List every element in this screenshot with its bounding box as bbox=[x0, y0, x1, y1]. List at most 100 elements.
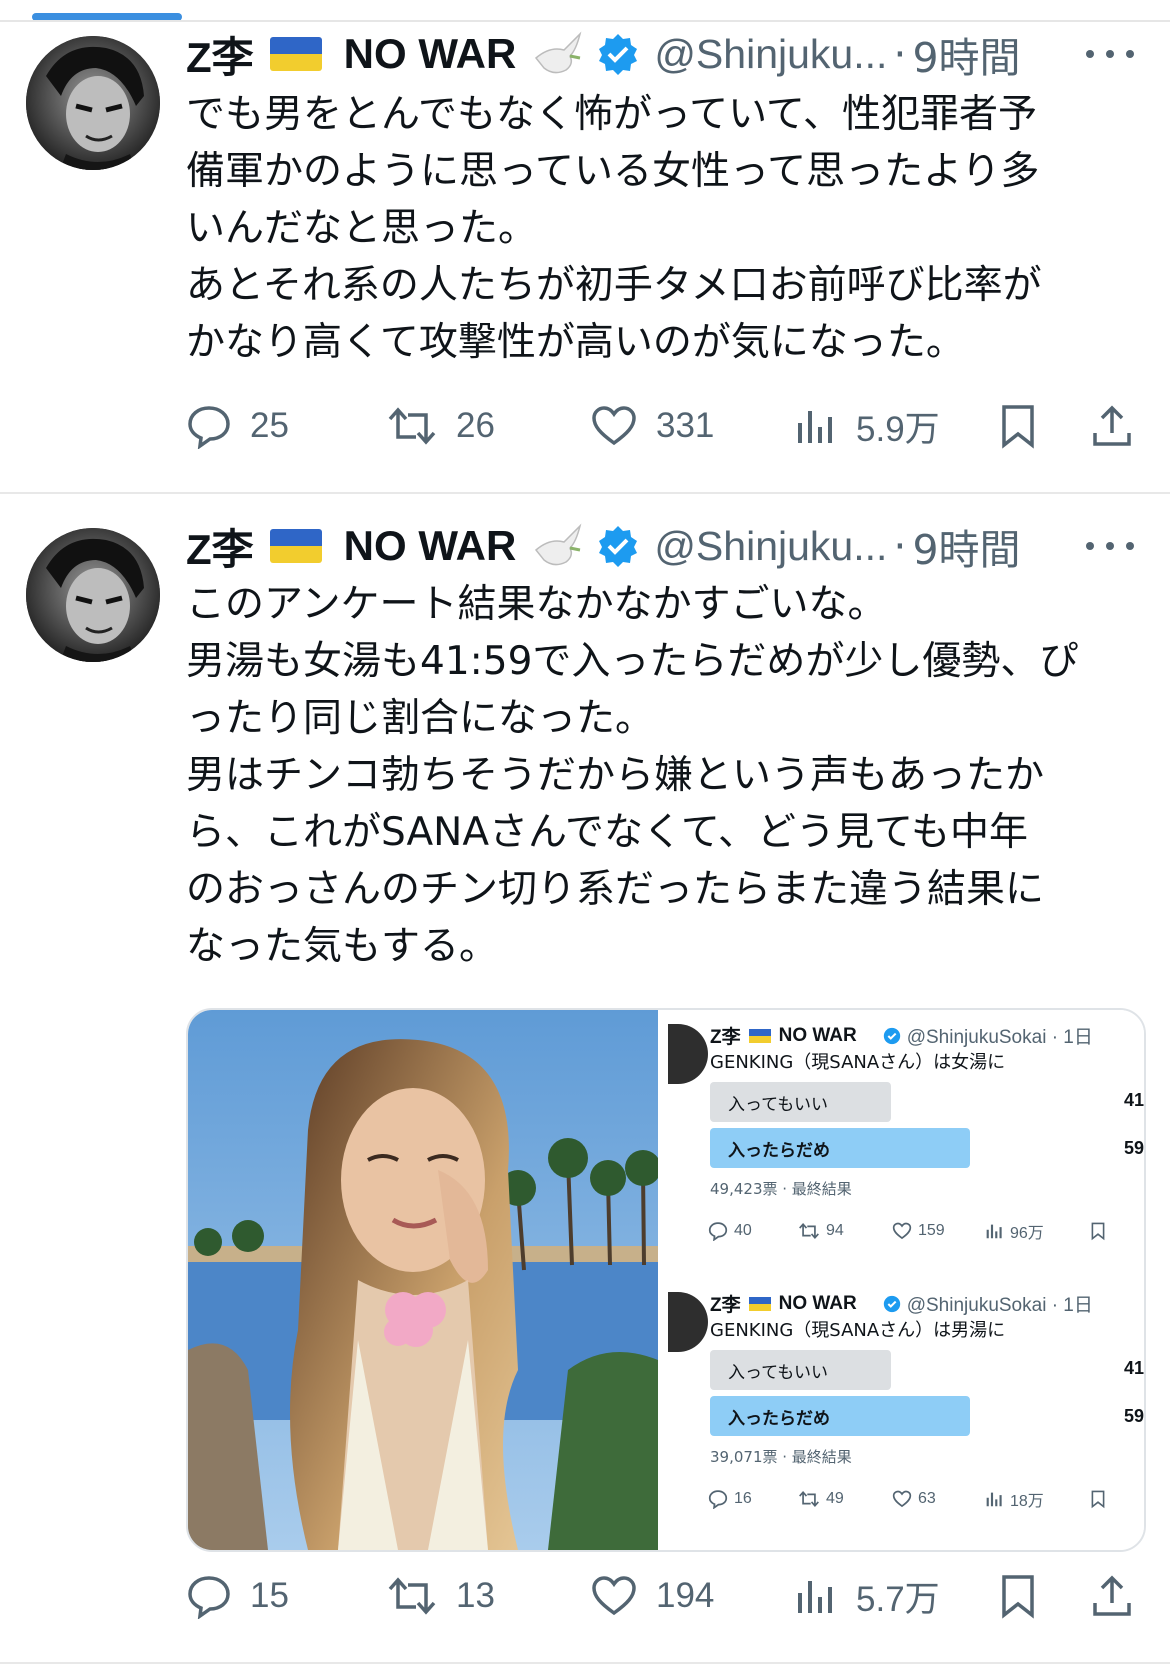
display-name[interactable]: Z李 bbox=[186, 516, 254, 577]
option-label: 入ってもいい bbox=[728, 1094, 828, 1115]
poll-screenshot: Z李 NO WAR @ShinjukuSokai · 1日 GENKING（現S… bbox=[660, 1010, 1144, 1550]
reply-button[interactable]: 15 bbox=[186, 1566, 289, 1626]
option-percent: 59 bbox=[1123, 1406, 1144, 1426]
views-button[interactable]: 5.7万 bbox=[796, 1566, 940, 1626]
tweet-text: でも男をとんでもなく怖がっていて、性犯罪者予 備軍かのように思っている女性って思… bbox=[186, 92, 1042, 365]
handle[interactable]: @Shinjuku... bbox=[654, 523, 887, 570]
bookmark-button[interactable] bbox=[998, 1566, 1038, 1626]
reply-count: 25 bbox=[250, 406, 289, 445]
tweet-header: Z李 NO WAR @Shinjuku... · 9時間 bbox=[186, 24, 1140, 84]
verified-icon bbox=[596, 32, 640, 76]
bookmark-button bbox=[1090, 1216, 1106, 1246]
retweet-button[interactable]: 26 bbox=[386, 396, 495, 456]
reply-button[interactable]: 25 bbox=[186, 396, 289, 456]
poll-question: GENKING（現SANAさん）は男湯に bbox=[710, 1320, 1006, 1341]
ukraine-flag-icon bbox=[269, 37, 322, 71]
display-name-suffix[interactable]: NO WAR bbox=[344, 30, 517, 78]
dove-icon bbox=[530, 28, 586, 80]
poll-option-winner: 入ったらだめ bbox=[710, 1128, 970, 1168]
retweet-button: 94 bbox=[798, 1216, 844, 1246]
bottom-divider bbox=[0, 1662, 1170, 1664]
bookmark-icon bbox=[1002, 405, 1034, 449]
ukraine-flag-icon bbox=[748, 1296, 771, 1311]
tweet-media[interactable]: Z李 NO WAR @ShinjukuSokai · 1日 GENKING（現S… bbox=[186, 1008, 1146, 1552]
tweet-actions: 25 26 331 5.9万 bbox=[186, 396, 1136, 456]
tweet-header: Z李 NO WAR @Shinjuku... · 9時間 bbox=[186, 516, 1140, 576]
like-icon bbox=[892, 1490, 912, 1508]
share-icon bbox=[1093, 1575, 1131, 1616]
poll-2: Z李 NO WAR @ShinjukuSokai · 1日 GENKING（現S… bbox=[660, 1278, 1144, 1548]
reply-count: 15 bbox=[250, 1576, 289, 1615]
views-icon bbox=[986, 1224, 1002, 1239]
avatar bbox=[668, 1024, 708, 1084]
display-name[interactable]: Z李 bbox=[186, 24, 254, 85]
retweet-icon bbox=[388, 407, 436, 445]
separator-dot: · bbox=[893, 522, 907, 570]
tweet-2[interactable]: Z李 NO WAR @Shinjuku... · 9時間 このアンケート結果なか… bbox=[0, 494, 1170, 1678]
display-name-suffix: NO WAR bbox=[778, 1024, 857, 1046]
poll-meta: 39,071票 · 最終結果 bbox=[710, 1448, 852, 1466]
handle[interactable]: @Shinjuku... bbox=[654, 31, 887, 78]
like-button[interactable]: 331 bbox=[590, 396, 714, 456]
retweet-icon bbox=[799, 1222, 819, 1240]
tweet-1[interactable]: Z李 NO WAR @Shinjuku... · 9時間 でも男をとんでもなく怖… bbox=[0, 0, 1170, 490]
share-icon bbox=[1093, 405, 1131, 446]
retweet-count: 94 bbox=[826, 1222, 844, 1239]
display-name-suffix[interactable]: NO WAR bbox=[344, 522, 517, 570]
bookmark-button[interactable] bbox=[998, 396, 1038, 456]
avatar[interactable] bbox=[26, 36, 160, 170]
share-button[interactable] bbox=[1090, 396, 1134, 456]
reply-button: 40 bbox=[708, 1216, 752, 1246]
poll-1: Z李 NO WAR @ShinjukuSokai · 1日 GENKING（現S… bbox=[660, 1010, 1144, 1270]
poll-option: 入ってもいい bbox=[710, 1082, 891, 1122]
view-count: 96万 bbox=[1010, 1225, 1044, 1242]
like-count: 331 bbox=[656, 406, 715, 445]
option-label: 入ってもいい bbox=[728, 1362, 828, 1383]
share-button[interactable] bbox=[1090, 1566, 1134, 1626]
views-icon bbox=[798, 411, 832, 443]
reply-icon bbox=[708, 1490, 728, 1509]
option-label: 入ったらだめ bbox=[728, 1408, 830, 1429]
option-label: 入ったらだめ bbox=[728, 1140, 830, 1161]
separator-dot: · bbox=[893, 30, 907, 78]
photo[interactable] bbox=[188, 1010, 661, 1550]
poll-option: 入ってもいい bbox=[710, 1350, 891, 1390]
poll-question: GENKING（現SANAさん）は女湯に bbox=[710, 1052, 1006, 1073]
like-icon bbox=[592, 1576, 636, 1616]
view-count: 18万 bbox=[1010, 1493, 1044, 1510]
retweet-icon bbox=[799, 1490, 819, 1508]
retweet-icon bbox=[388, 1577, 436, 1615]
verified-icon bbox=[596, 524, 640, 568]
reply-icon bbox=[188, 1576, 230, 1619]
handle: @ShinjukuSokai · 1日 bbox=[906, 1027, 1093, 1048]
retweet-button[interactable]: 13 bbox=[386, 1566, 495, 1626]
view-count: 5.7万 bbox=[856, 1579, 940, 1619]
ukraine-flag-icon bbox=[269, 529, 322, 563]
option-percent: 59 bbox=[1123, 1138, 1144, 1158]
reply-count: 16 bbox=[734, 1490, 752, 1507]
bookmark-icon bbox=[1002, 1575, 1034, 1619]
display-name: Z李 bbox=[710, 1027, 741, 1048]
avatar[interactable] bbox=[26, 528, 160, 662]
retweet-button: 49 bbox=[798, 1484, 844, 1514]
timestamp[interactable]: 9時間 bbox=[912, 516, 1020, 576]
like-icon bbox=[892, 1222, 912, 1240]
views-button[interactable]: 5.9万 bbox=[796, 396, 940, 456]
option-percent: 41 bbox=[1123, 1358, 1144, 1378]
more-icon[interactable] bbox=[1080, 44, 1140, 64]
verified-icon bbox=[883, 1295, 900, 1312]
more-icon[interactable] bbox=[1080, 536, 1140, 556]
display-name: Z李 bbox=[710, 1295, 741, 1316]
timestamp[interactable]: 9時間 bbox=[912, 24, 1020, 84]
like-button: 63 bbox=[892, 1484, 936, 1514]
bookmark-icon bbox=[1091, 1490, 1105, 1509]
reply-button: 16 bbox=[708, 1484, 752, 1514]
view-count: 5.9万 bbox=[856, 409, 940, 449]
like-count: 63 bbox=[918, 1490, 936, 1507]
poll-meta: 49,423票 · 最終結果 bbox=[710, 1180, 852, 1198]
like-button[interactable]: 194 bbox=[590, 1566, 714, 1626]
bookmark-button bbox=[1090, 1484, 1106, 1514]
views-button: 18万 bbox=[986, 1484, 1044, 1514]
dove-icon bbox=[530, 520, 586, 572]
retweet-count: 13 bbox=[456, 1576, 495, 1615]
